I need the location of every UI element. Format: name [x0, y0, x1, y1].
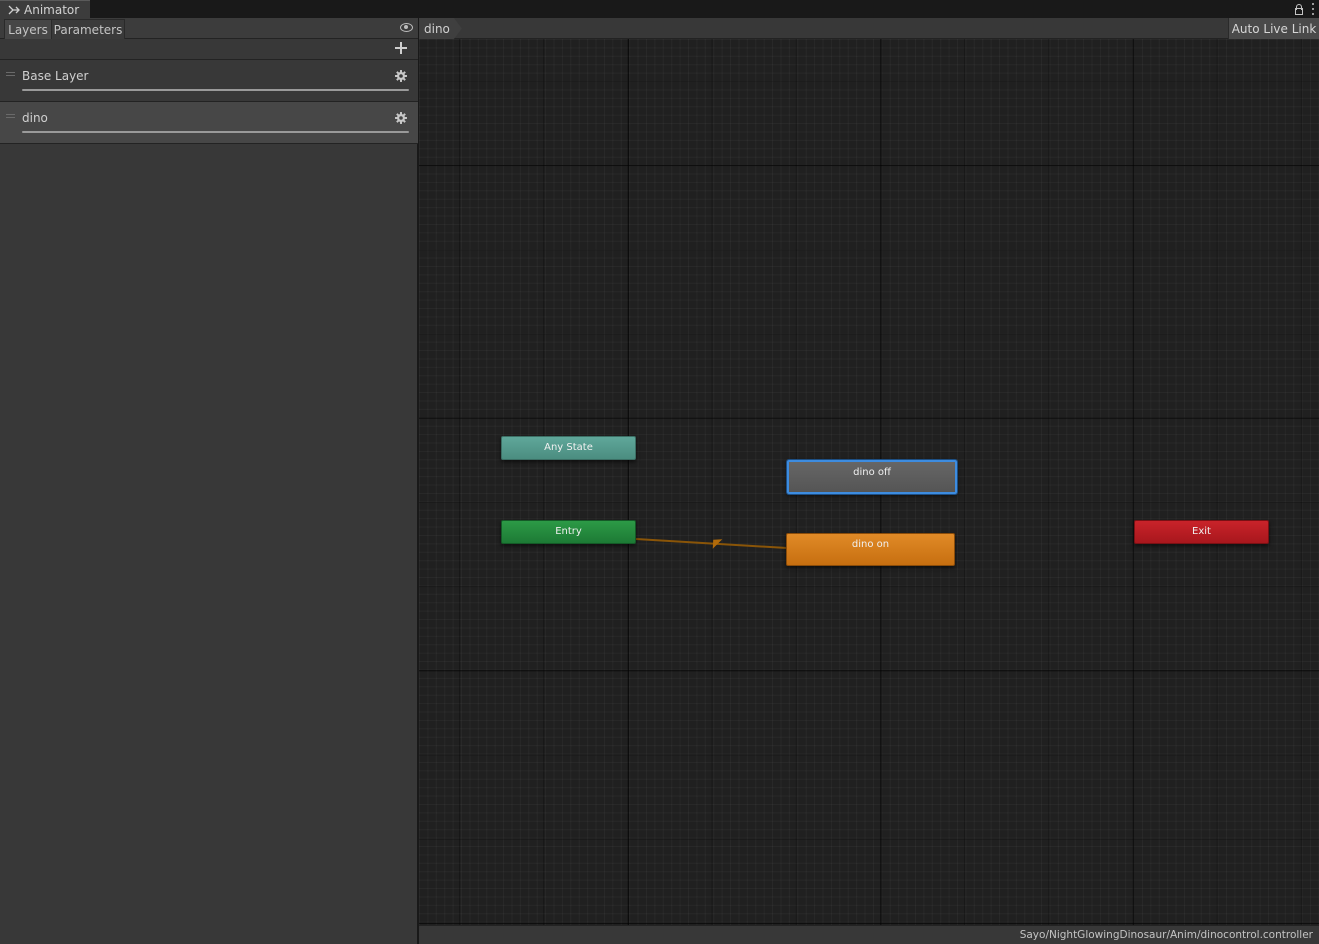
drag-handle-icon[interactable]	[6, 114, 15, 118]
layer-item-base-layer[interactable]: Base Layer	[0, 60, 418, 102]
state-dino-on[interactable]: dino on	[786, 533, 955, 566]
state-label: dino on	[851, 539, 890, 550]
animator-icon	[8, 5, 20, 14]
gear-icon[interactable]	[395, 112, 407, 124]
animator-window-tab[interactable]: Animator	[0, 0, 90, 18]
layer-item-dino[interactable]: dino	[0, 102, 418, 144]
state-machine-graph[interactable]: Any State Entry dino off dino on Exit	[419, 39, 1319, 925]
layers-panel: Layers Parameters Base Layer dino	[0, 18, 418, 944]
auto-live-link-button[interactable]: Auto Live Link	[1228, 18, 1319, 39]
state-label: Any State	[544, 442, 593, 453]
layer-name: dino	[22, 111, 48, 125]
eye-icon[interactable]	[400, 23, 413, 32]
tab-layers[interactable]: Layers	[4, 19, 52, 39]
window-titlebar: Animator	[0, 0, 1319, 18]
add-layer-row	[0, 39, 418, 60]
tab-parameters[interactable]: Parameters	[52, 19, 125, 39]
state-entry[interactable]: Entry	[501, 520, 636, 544]
state-any-state[interactable]: Any State	[501, 436, 636, 460]
controller-path: Sayo/NightGlowingDinosaur/Anim/dinocontr…	[1019, 929, 1313, 941]
status-bar: Sayo/NightGlowingDinosaur/Anim/dinocontr…	[419, 925, 1319, 944]
drag-handle-icon[interactable]	[6, 72, 15, 76]
plus-icon[interactable]	[395, 42, 407, 54]
window-title: Animator	[24, 2, 80, 17]
breadcrumb[interactable]: dino	[419, 18, 462, 39]
state-label: Exit	[1192, 526, 1211, 537]
kebab-menu-icon[interactable]	[1311, 3, 1315, 15]
state-exit[interactable]: Exit	[1134, 520, 1269, 544]
state-label: dino off	[853, 467, 891, 478]
layer-weight-bar	[22, 89, 409, 91]
state-label: Entry	[555, 526, 582, 537]
gear-icon[interactable]	[395, 70, 407, 82]
lock-icon[interactable]	[1295, 3, 1303, 15]
panel-toolbar: Layers Parameters	[0, 18, 418, 39]
graph-toolbar: dino Auto Live Link	[419, 18, 1319, 39]
layer-name: Base Layer	[22, 69, 89, 83]
state-dino-off[interactable]: dino off	[787, 460, 957, 494]
layer-weight-bar	[22, 131, 409, 133]
window-controls	[1295, 1, 1315, 17]
